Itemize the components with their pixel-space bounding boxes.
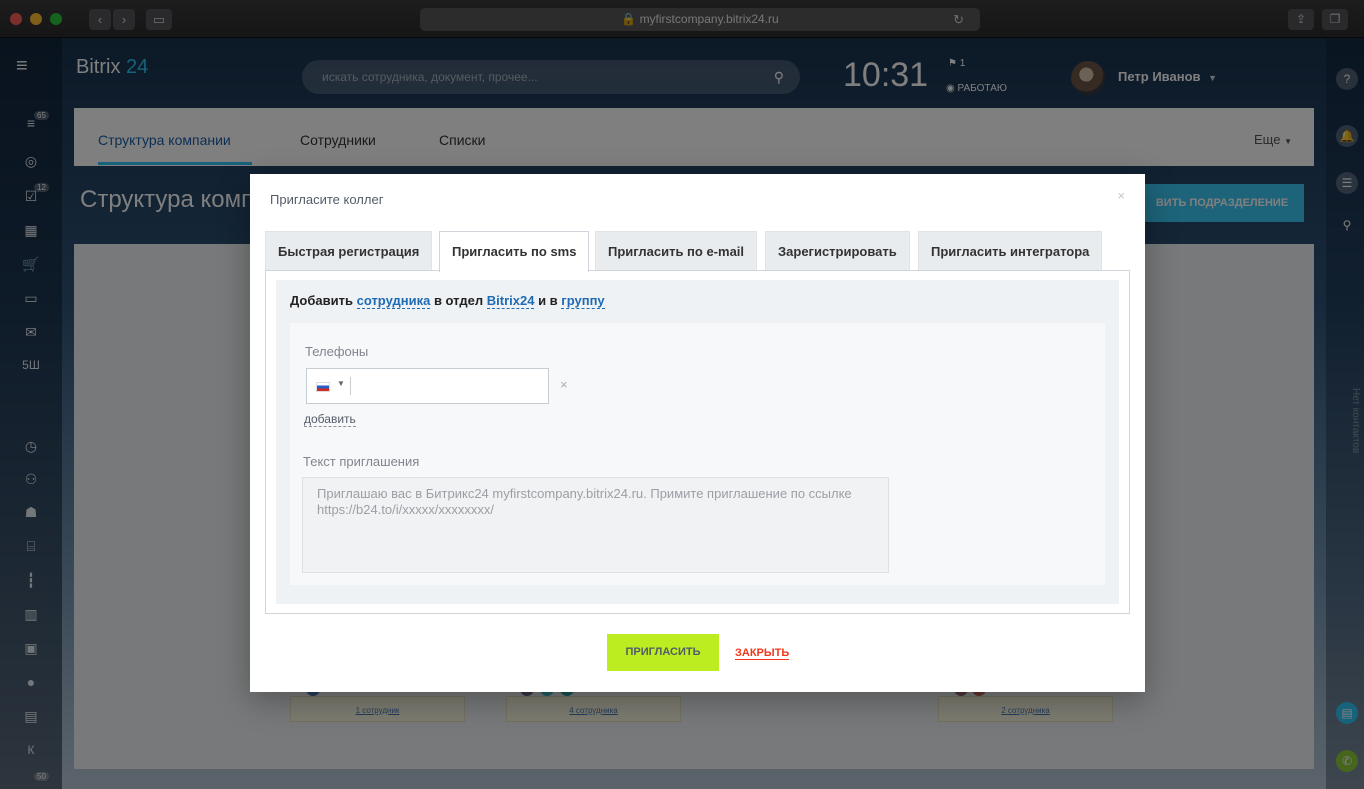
close-button[interactable]: ЗАКРЫТЬ bbox=[735, 647, 790, 660]
tab-register[interactable]: Зарегистрировать bbox=[765, 231, 910, 271]
close-icon[interactable]: × bbox=[1117, 188, 1125, 203]
tab-invite-email[interactable]: Пригласить по e-mail bbox=[595, 231, 758, 271]
invite-text-label: Текст приглашения bbox=[303, 454, 420, 469]
chevron-down-icon[interactable]: ▼ bbox=[337, 379, 345, 388]
remove-phone-icon[interactable]: × bbox=[560, 377, 568, 392]
tab-quick-registration[interactable]: Быстрая регистрация bbox=[265, 231, 433, 271]
phone-input[interactable]: ▼ bbox=[306, 368, 549, 404]
add-phone-link[interactable]: добавить bbox=[304, 412, 356, 427]
department-link[interactable]: Bitrix24 bbox=[486, 293, 535, 309]
invite-button[interactable]: ПРИГЛАСИТЬ bbox=[607, 634, 719, 671]
group-link[interactable]: группу bbox=[561, 293, 605, 309]
invite-text-field[interactable]: Приглашаю вас в Битрикс24 myfirstcompany… bbox=[302, 477, 889, 573]
add-and-text: и в bbox=[538, 293, 558, 308]
add-prefix: Добавить bbox=[290, 293, 353, 308]
dialog-title: Пригласите коллег bbox=[270, 192, 384, 207]
phones-label: Телефоны bbox=[305, 344, 369, 359]
phone-divider bbox=[350, 377, 351, 395]
add-mid-text: в отдел bbox=[433, 293, 484, 308]
employee-type-link[interactable]: сотрудника bbox=[356, 293, 431, 309]
invite-dialog: Пригласите коллег × Быстрая регистрация … bbox=[250, 174, 1145, 692]
russia-flag-icon[interactable] bbox=[316, 382, 330, 392]
add-destination-line: Добавить сотрудника в отдел Bitrix24 и в… bbox=[290, 293, 605, 309]
tab-invite-sms[interactable]: Пригласить по sms bbox=[439, 231, 590, 272]
tab-invite-integrator[interactable]: Пригласить интегратора bbox=[918, 231, 1103, 271]
